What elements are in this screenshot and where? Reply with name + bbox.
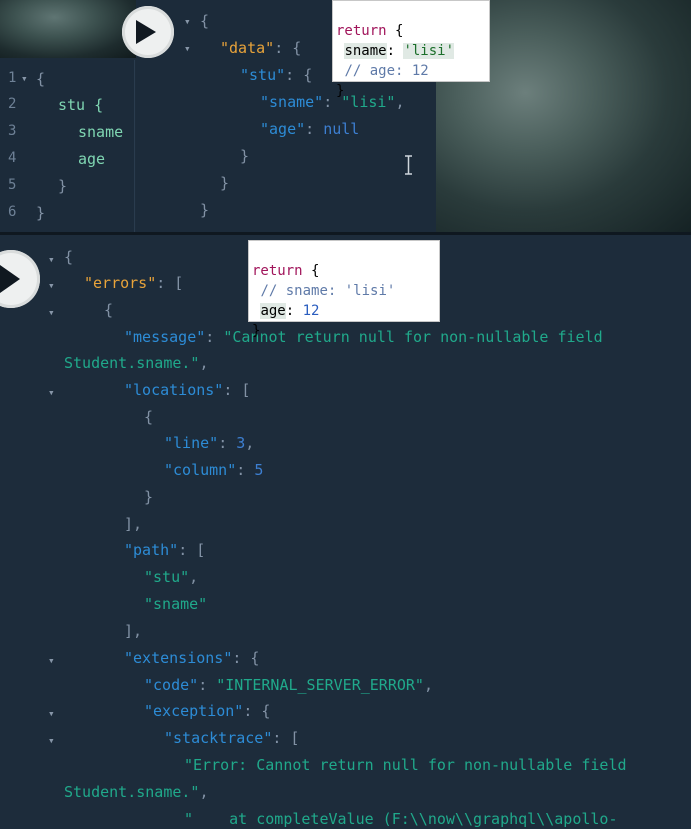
fold-arrow-icon[interactable]: ▾ <box>48 707 55 720</box>
run-query-button[interactable] <box>122 6 174 58</box>
location-obj-close: } <box>144 488 154 506</box>
path-close: ], <box>124 622 143 640</box>
result-brace-open: { <box>200 12 210 30</box>
stacktrace-item-1-wrap: Student.sname.", <box>64 783 209 801</box>
path-item-1: "stu", <box>144 568 199 586</box>
errors-brace-open: { <box>64 248 74 266</box>
query-line-5: } <box>58 177 68 195</box>
gutter-line-4: 4 <box>8 150 17 166</box>
stacktrace-line: "stacktrace": [ <box>164 729 300 747</box>
background-image-topleft <box>0 0 136 58</box>
fold-arrow-icon[interactable]: ▾ <box>48 734 55 747</box>
result-brace-close-3: } <box>200 201 210 219</box>
fold-arrow-icon[interactable]: ▾ <box>48 279 55 292</box>
path-line: "path": [ <box>124 541 206 559</box>
stacktrace-item-2: " at completeValue (F:\\now\\graphql\\ap… <box>184 810 618 828</box>
fold-arrow-icon[interactable]: ▾ <box>48 306 55 319</box>
fold-arrow-icon[interactable]: ▾ <box>48 654 55 667</box>
result-stu-line: "stu": { <box>240 66 313 84</box>
query-line-6: } <box>36 204 46 222</box>
extensions-line: "extensions": { <box>124 649 260 667</box>
location-column-line: "column": 5 <box>164 461 264 479</box>
stacktrace-item-1: "Error: Cannot return null for non-nulla… <box>184 756 627 774</box>
play-icon <box>136 20 156 44</box>
code-annotation-top: return { sname: 'lisi' // age: 12} <box>332 0 490 99</box>
fold-arrow-icon[interactable]: ▾ <box>184 42 191 55</box>
gutter-line-6: 6 <box>8 204 17 220</box>
error-obj-open: { <box>104 301 114 319</box>
location-line-line: "line": 3, <box>164 434 255 452</box>
query-line-3: sname <box>78 123 124 141</box>
location-obj-open: { <box>144 408 154 426</box>
text-cursor-icon <box>405 155 412 175</box>
result-brace-close-1: } <box>240 147 250 165</box>
gutter-line-5: 5 <box>8 177 17 193</box>
gutter-line-1: 1 <box>8 70 17 86</box>
gutter-line-2: 2 <box>8 96 17 112</box>
message-line-wrap: Student.sname.", <box>64 354 209 372</box>
result-age-line: "age": null <box>260 120 360 138</box>
fold-arrow-icon[interactable]: ▾ <box>48 386 55 399</box>
query-line-1: { <box>36 70 46 88</box>
code-annotation-bottom: return { // sname: 'lisi' age: 12} <box>248 240 440 339</box>
locations-close: ], <box>124 515 143 533</box>
path-item-2: "sname" <box>144 595 208 613</box>
query-line-2: stu { <box>58 96 104 114</box>
fold-arrow-icon[interactable]: ▾ <box>48 253 55 266</box>
code-line: "code": "INTERNAL_SERVER_ERROR", <box>144 676 433 694</box>
fold-arrow-icon[interactable]: ▾ <box>184 15 191 28</box>
run-query-button[interactable] <box>0 250 40 308</box>
fold-arrow-icon[interactable]: ▾ <box>21 72 28 85</box>
errors-key-line: "errors": [ <box>84 274 184 292</box>
result-brace-close-2: } <box>220 174 230 192</box>
locations-line: "locations": [ <box>124 381 251 399</box>
gutter-line-3: 3 <box>8 123 17 139</box>
result-data-line: "data": { <box>220 39 302 57</box>
play-icon <box>0 265 20 293</box>
exception-line: "exception": { <box>144 702 271 720</box>
query-editor[interactable]: 1 ▾ { 2 stu { 3 sname 4 age 5 } 6 } <box>0 60 135 232</box>
query-line-4: age <box>78 150 106 168</box>
